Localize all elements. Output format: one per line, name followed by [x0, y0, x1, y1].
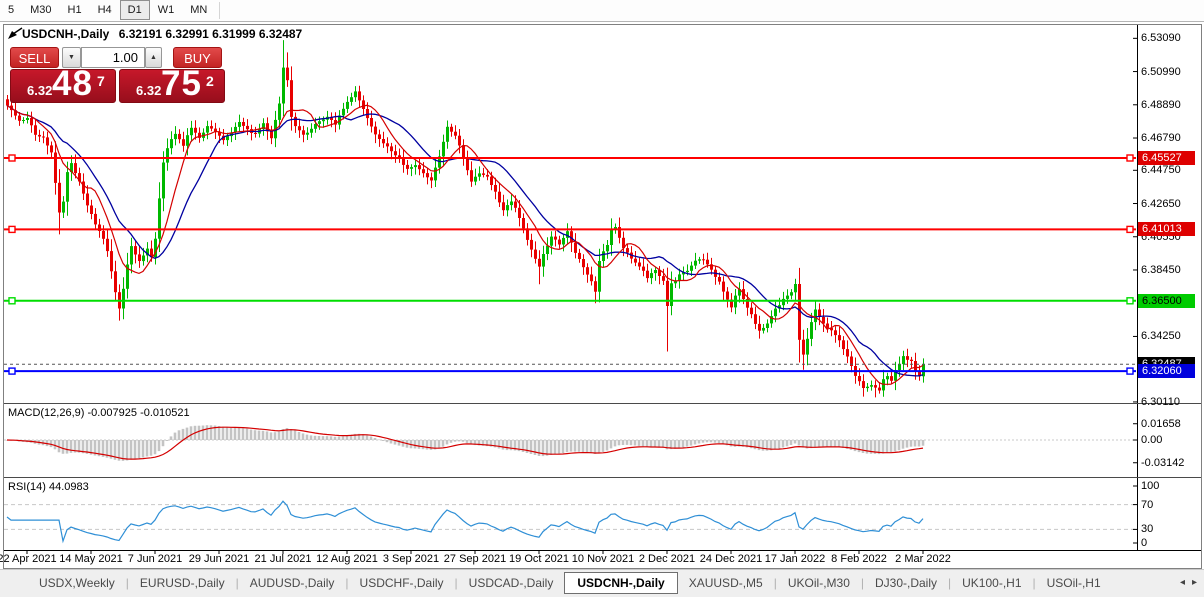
macd-axis-tick: 0.00 — [1141, 434, 1163, 446]
macd-axis-tick: -0.03142 — [1141, 456, 1185, 469]
sell-price-pipette: 7 — [97, 73, 105, 89]
timeframe-toolbar: 5 M30 H1 H4 D1 W1 MN — [0, 0, 1204, 22]
rsi-indicator-label: RSI(14) 44.0983 — [8, 481, 89, 493]
price-level-label: 6.45527 — [1138, 151, 1195, 165]
date-axis-label: 22 Apr 2021 — [0, 553, 57, 565]
price-level-label: 6.36500 — [1138, 293, 1195, 308]
chart-tab-usoil-h1[interactable]: USOil-,H1 — [1036, 573, 1112, 594]
sell-price-big-digits: 48 — [52, 64, 93, 103]
chart-tab-audusd-daily[interactable]: AUDUSD-,Daily — [239, 573, 346, 594]
date-axis-label: 10 Nov 2021 — [571, 553, 635, 565]
date-axis-label: 12 Aug 2021 — [316, 553, 378, 565]
chart-tab-usdcad-daily[interactable]: USDCAD-,Daily — [458, 573, 565, 594]
date-axis-label: 19 Oct 2021 — [509, 553, 569, 565]
chart-tab-ukoil-m30[interactable]: UKOil-,M30 — [777, 573, 861, 594]
date-axis-label: 17 Jan 2022 — [764, 553, 826, 565]
date-axis-label: 29 Jun 2021 — [188, 553, 250, 565]
price-axis-tick: 6.48890 — [1141, 98, 1181, 111]
chart-tab-uk100-h1[interactable]: UK100-,H1 — [951, 573, 1032, 594]
buy-price-prefix: 6.32 — [136, 83, 162, 98]
price-axis-tick: 6.34250 — [1141, 330, 1181, 343]
rsi-axis-tick: 30 — [1141, 523, 1154, 536]
price-level-label: 6.32060 — [1138, 364, 1195, 379]
chart-tab-xauusd-m5[interactable]: XAUUSD-,M5 — [678, 573, 774, 594]
buy-price-pipette: 2 — [206, 73, 214, 89]
date-axis-label: 2 Dec 2021 — [638, 553, 696, 565]
timeframe-button-5[interactable]: 5 — [0, 0, 22, 20]
macd-axis-tick: 0.01658 — [1141, 417, 1181, 430]
price-axis-tick: 6.46790 — [1141, 132, 1181, 145]
price-axis-tick: 6.53090 — [1141, 32, 1181, 45]
rsi-axis-tick: 0 — [1141, 537, 1148, 549]
date-axis-label: 7 Jun 2021 — [127, 553, 183, 565]
chart-tab-eurusd-daily[interactable]: EURUSD-,Daily — [129, 573, 236, 594]
volume-increase-button[interactable]: ▲ — [145, 47, 162, 68]
price-axis-tick: 6.30110 — [1141, 395, 1180, 408]
date-axis-label: 24 Dec 2021 — [699, 553, 763, 565]
chart-tab-usdchf-daily[interactable]: USDCHF-,Daily — [349, 573, 455, 594]
chart-title: USDCNH-,Daily 6.32191 6.32991 6.31999 6.… — [22, 27, 302, 41]
timeframe-button-d1[interactable]: D1 — [119, 0, 150, 20]
tab-scroll-left-icon[interactable]: ◂ — [1180, 577, 1185, 588]
date-axis-label: 27 Sep 2021 — [443, 553, 507, 565]
price-axis-tick: 6.38450 — [1141, 263, 1181, 276]
timeframe-button-h4[interactable]: H4 — [90, 0, 120, 20]
macd-indicator-label: MACD(12,26,9) -0.007925 -0.010521 — [8, 407, 190, 419]
timeframe-button-w1[interactable]: W1 — [150, 0, 183, 20]
date-axis-label: 14 May 2021 — [59, 553, 123, 565]
timeframe-button-h1[interactable]: H1 — [60, 0, 90, 20]
toolbar-divider — [219, 2, 221, 19]
chart-tab-usdx-weekly[interactable]: USDX,Weekly — [28, 573, 126, 594]
price-axis-tick: 6.42650 — [1141, 197, 1181, 210]
price-axis-tick: 6.44750 — [1141, 164, 1181, 177]
buy-price-display[interactable]: 6.32 75 2 — [119, 64, 225, 103]
date-axis-label: 21 Jul 2021 — [254, 553, 312, 565]
tab-scroll-right-icon[interactable]: ▸ — [1192, 577, 1197, 588]
price-axis-tick: 6.50990 — [1141, 65, 1181, 78]
timeframe-button-m30[interactable]: M30 — [22, 0, 59, 20]
date-axis-label: 8 Feb 2022 — [831, 553, 887, 565]
chart-tab-usdcnh-daily[interactable]: USDCNH-,Daily — [564, 572, 678, 594]
buy-price-big-digits: 75 — [161, 64, 202, 103]
sell-price-prefix: 6.32 — [27, 83, 53, 98]
chart-ohlc-values: 6.32191 6.32991 6.31999 6.32487 — [118, 27, 303, 41]
rsi-axis-tick: 100 — [1141, 480, 1160, 492]
chart-cursor-arrow-icon — [7, 27, 23, 46]
date-axis-label: 2 Mar 2022 — [895, 553, 951, 565]
chart-tab-bar: USDX,Weekly | EURUSD-,Daily | AUDUSD-,Daily |… — [0, 569, 1204, 597]
chart-tab-dj30-daily[interactable]: DJ30-,Daily — [864, 573, 948, 594]
sell-price-display[interactable]: 6.32 48 7 — [10, 64, 116, 103]
rsi-axis-tick: 70 — [1141, 498, 1154, 511]
date-axis-label: 3 Sep 2021 — [382, 553, 440, 565]
chart-symbol-label: USDCNH-,Daily — [22, 27, 110, 41]
price-level-label: 6.41013 — [1138, 222, 1195, 237]
timeframe-button-mn[interactable]: MN — [182, 0, 215, 20]
